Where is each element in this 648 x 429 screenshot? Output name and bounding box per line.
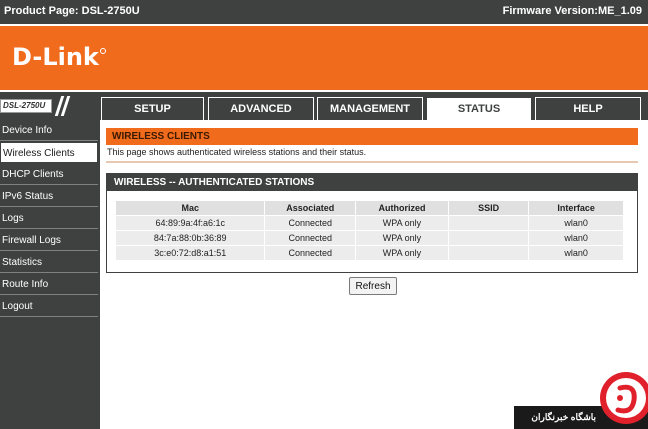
table-row: 3c:e0:72:d8:a1:51 Connected WPA only wla… [116,246,623,260]
cell-interface: wlan0 [529,231,623,245]
cell-ssid [448,231,529,245]
sidebar: Device Info Wireless Clients DHCP Client… [0,120,100,429]
column-header-ssid: SSID [448,201,529,215]
sidebar-item-ipv6-status[interactable]: IPv6 Status [0,186,98,207]
sidebar-item-statistics[interactable]: Statistics [0,252,98,273]
cell-authorized: WPA only [356,246,448,260]
logo-text: D-Link [12,43,99,71]
table-row: 84:7a:88:0b:36:89 Connected WPA only wla… [116,231,623,245]
cell-interface: wlan0 [529,246,623,260]
watermark-text: باشگاه خبرنگاران [531,412,596,422]
column-header-authorized: Authorized [356,201,448,215]
top-info-bar: Product Page: DSL-2750U Firmware Version… [0,0,648,24]
stations-table: Mac Associated Authorized SSID Interface… [115,200,624,261]
cell-associated: Connected [265,246,356,260]
cell-mac: 64:89:9a:4f:a6:1c [116,216,265,230]
main-content: WIRELESS CLIENTS This page shows authent… [100,120,648,429]
sidebar-item-logs[interactable]: Logs [0,208,98,229]
cell-interface: wlan0 [529,216,623,230]
cell-authorized: WPA only [356,231,448,245]
sidebar-item-logout[interactable]: Logout [0,296,98,317]
cell-associated: Connected [265,231,356,245]
page-title: WIRELESS CLIENTS [106,128,638,145]
product-page-label: Product Page: DSL-2750U [4,5,140,17]
cell-associated: Connected [265,216,356,230]
column-header-associated: Associated [265,201,356,215]
tab-management[interactable]: MANAGEMENT [317,97,423,120]
firmware-version-label: Firmware Version:ME_1.09 [502,5,642,17]
tab-advanced[interactable]: ADVANCED [208,97,314,120]
tab-setup[interactable]: SETUP [101,97,204,120]
column-header-interface: Interface [529,201,623,215]
router-page: Product Page: DSL-2750U Firmware Version… [0,0,648,429]
page-description: This page shows authenticated wireless s… [106,145,638,163]
cell-authorized: WPA only [356,216,448,230]
brand-banner: D-Link [0,24,648,90]
refresh-button[interactable]: Refresh [349,277,397,295]
model-label: DSL-2750U [0,99,52,113]
sidebar-item-firewall-logs[interactable]: Firewall Logs [0,230,98,251]
cell-mac: 3c:e0:72:d8:a1:51 [116,246,265,260]
top-navigation: DSL-2750U SETUP ADVANCED MANAGEMENT STAT… [0,92,648,120]
sidebar-item-dhcp-clients[interactable]: DHCP Clients [0,164,98,185]
sidebar-item-wireless-clients[interactable]: Wireless Clients [0,142,98,163]
logo-registered-dot-icon [100,48,106,54]
sidebar-item-device-info[interactable]: Device Info [0,120,98,141]
cell-ssid [448,216,529,230]
dlink-logo: D-Link [12,43,99,71]
section-title: WIRELESS -- AUTHENTICATED STATIONS [107,174,637,191]
cell-ssid [448,246,529,260]
tab-status[interactable]: STATUS [426,97,532,120]
column-header-mac: Mac [116,201,265,215]
stations-section: WIRELESS -- AUTHENTICATED STATIONS Mac A… [106,173,638,273]
table-header-row: Mac Associated Authorized SSID Interface [116,201,623,215]
tab-help[interactable]: HELP [535,97,641,120]
watermark-logo-icon [600,372,648,424]
table-row: 64:89:9a:4f:a6:1c Connected WPA only wla… [116,216,623,230]
sidebar-item-route-info[interactable]: Route Info [0,274,98,295]
cell-mac: 84:7a:88:0b:36:89 [116,231,265,245]
